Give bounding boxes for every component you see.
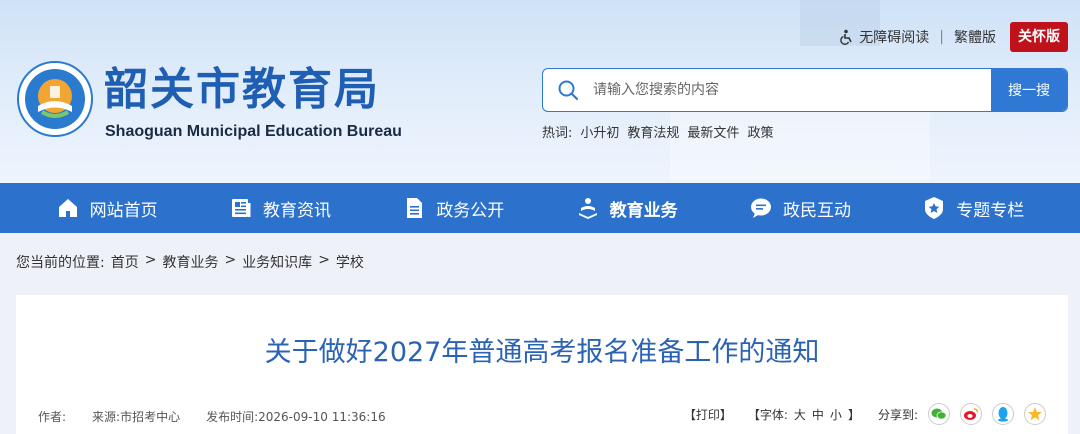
care-version-button[interactable]: 关怀版 [1010, 22, 1068, 52]
breadcrumb-item-home[interactable]: 首页 [111, 252, 139, 272]
breadcrumb-item-education[interactable]: 教育业务 [162, 252, 218, 272]
hot-keyword[interactable]: 小升初 [580, 122, 619, 141]
hot-keywords-label: 热词: [542, 126, 573, 141]
hot-keyword[interactable]: 教育法规 [627, 122, 679, 141]
article-panel: 关于做好2027年普通高考报名准备工作的通知 作者: 来源:市招考中心 发布时间… [16, 295, 1068, 434]
hot-keyword[interactable]: 最新文件 [687, 122, 739, 141]
nav-item-news[interactable]: 教育资讯 [229, 196, 331, 221]
accessible-reading-link[interactable]: 无障碍阅读 [839, 27, 929, 47]
site-header: 韶关市教育局 Shaoguan Municipal Education Bure… [0, 0, 1080, 183]
nav-item-special[interactable]: 专题专栏 [922, 196, 1024, 221]
nav-item-government[interactable]: 政务公开 [402, 196, 504, 221]
top-links: 无障碍阅读 | 繁體版 关怀版 [839, 22, 1068, 52]
education-bureau-logo [17, 61, 93, 137]
font-medium-button[interactable]: 中 [812, 406, 824, 423]
nav-item-education[interactable]: 教育业务 [576, 196, 678, 221]
hot-keyword[interactable]: 政策 [747, 122, 773, 141]
chat-icon [750, 198, 771, 218]
document-icon [407, 198, 423, 218]
article-publish-time: 发布时间:2026-09-10 11:36:16 [206, 410, 386, 424]
font-small-button[interactable]: 小 [830, 406, 842, 423]
print-button[interactable]: 【打印】 [684, 406, 732, 423]
nav-item-label: 教育资讯 [262, 200, 331, 221]
qq-share-icon[interactable] [992, 403, 1014, 425]
nav-item-label: 政务公开 [436, 200, 505, 221]
search-input[interactable] [593, 69, 991, 111]
qzone-share-icon[interactable] [1024, 403, 1046, 425]
nav-item-interaction[interactable]: 政民互动 [749, 196, 851, 221]
font-large-button[interactable]: 大 [794, 406, 806, 423]
search-button[interactable]: 搜一搜 [991, 69, 1067, 111]
top-links-separator: | [939, 29, 944, 45]
accessible-reading-label: 无障碍阅读 [859, 30, 930, 46]
article-meta: 作者: 来源:市招考中心 发布时间:2026-09-10 11:36:16 [38, 408, 386, 425]
font-size-label: 【字体: [747, 407, 788, 422]
article-author: 作者: [38, 410, 67, 424]
share-label: 分享到: [877, 407, 918, 422]
breadcrumb-item-knowledge[interactable]: 业务知识库 [242, 252, 312, 272]
main-nav: 网站首页 教育资讯 政务公开 教育业务 政民互动 专题专栏 [0, 183, 1080, 233]
wheelchair-icon [840, 29, 852, 45]
breadcrumb-item-school[interactable]: 学校 [336, 252, 364, 272]
breadcrumb-separator: > [224, 252, 237, 268]
weibo-share-icon[interactable] [960, 403, 982, 425]
nav-item-label: 专题专栏 [956, 200, 1025, 221]
breadcrumb: 您当前的位置: 首页 > 教育业务 > 业务知识库 > 学校 [16, 252, 364, 272]
site-title[interactable]: 韶关市教育局 [104, 64, 380, 116]
site-subtitle: Shaoguan Municipal Education Bureau [105, 123, 402, 140]
wechat-share-icon[interactable] [928, 403, 950, 425]
article-source: 来源:市招考中心 [92, 410, 181, 424]
news-icon [231, 199, 251, 217]
breadcrumb-separator: > [318, 252, 330, 268]
breadcrumb-separator: > [144, 252, 157, 268]
font-size-close: 】 [847, 407, 860, 422]
hot-keywords: 热词: 小升初 教育法规 最新文件 政策 [542, 122, 773, 141]
search-box: 搜一搜 [542, 68, 1068, 112]
education-icon [578, 198, 597, 219]
home-icon [58, 199, 77, 217]
nav-item-home[interactable]: 网站首页 [56, 196, 158, 221]
search-icon [543, 69, 593, 111]
breadcrumb-label: 您当前的位置: [16, 255, 105, 271]
article-title: 关于做好2027年普通高考报名准备工作的通知 [264, 337, 820, 368]
nav-item-label: 网站首页 [89, 200, 158, 221]
article-tools: 【打印】 【字体: 大 中 小 】 分享到: [684, 403, 1046, 425]
badge-icon [925, 197, 944, 219]
traditional-chinese-link[interactable]: 繁體版 [954, 27, 996, 47]
nav-item-label: 政民互动 [782, 200, 851, 221]
nav-item-label: 教育业务 [609, 200, 678, 221]
